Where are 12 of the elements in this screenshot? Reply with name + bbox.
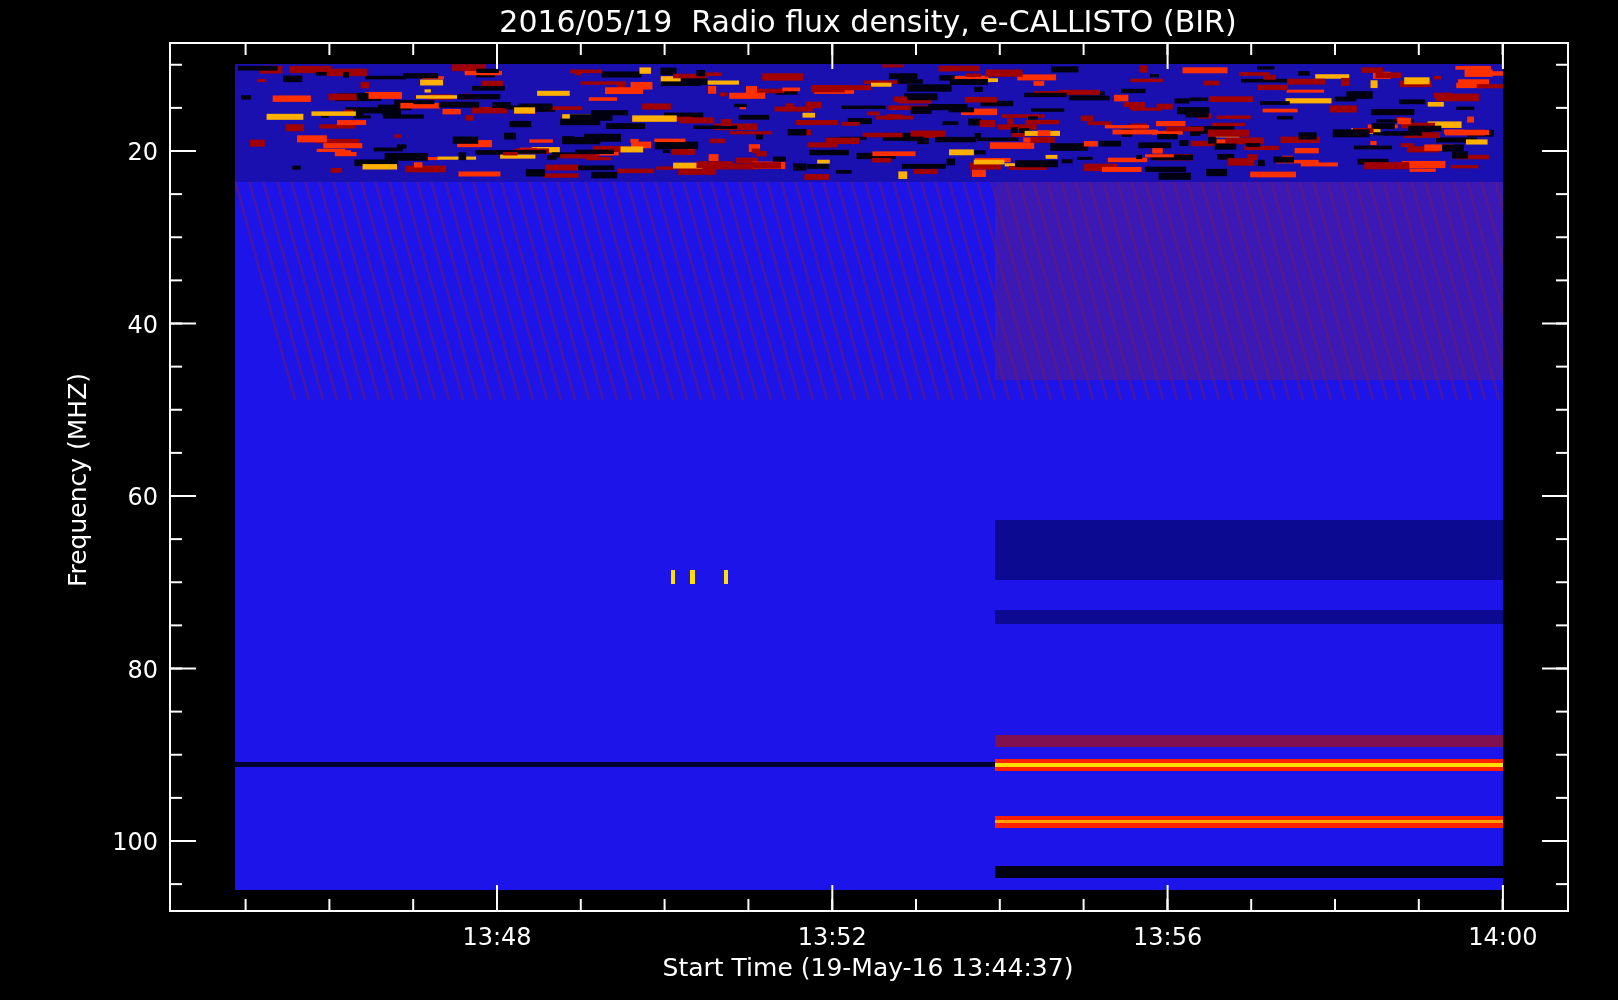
y-tick-label: 40	[127, 310, 158, 339]
x-axis-label: Start Time (19-May-16 13:44:37)	[662, 953, 1074, 982]
x-tick-label: 13:56	[1133, 923, 1203, 951]
y-tick-label: 60	[127, 483, 158, 511]
y-tick-label: 20	[127, 138, 158, 166]
y-tick-label: 100	[112, 828, 158, 856]
y-tick-label: 80	[127, 655, 158, 684]
y-axis-label: Frequency (MHZ)	[63, 372, 92, 588]
x-tick-label: 13:48	[462, 923, 532, 951]
x-tick-label: 14:00	[1468, 923, 1538, 951]
chart-title: 2016/05/19 Radio flux density, e-CALLISTO (BIR)	[499, 4, 1237, 39]
x-tick-label: 13:52	[797, 923, 867, 951]
